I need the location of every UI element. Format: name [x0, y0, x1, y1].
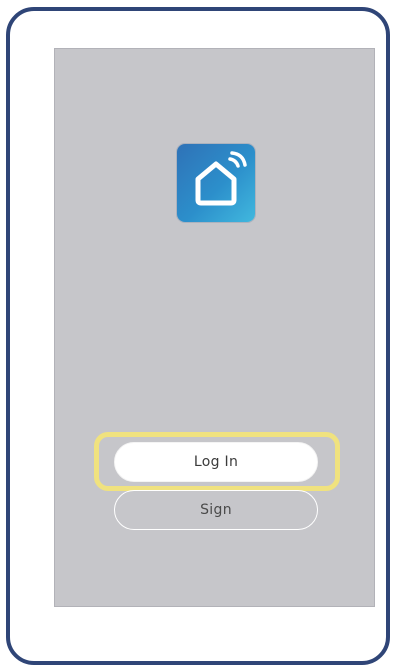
smart-home-icon	[177, 144, 255, 222]
sign-button[interactable]: Sign	[114, 490, 318, 530]
login-button[interactable]: Log In	[114, 442, 318, 482]
